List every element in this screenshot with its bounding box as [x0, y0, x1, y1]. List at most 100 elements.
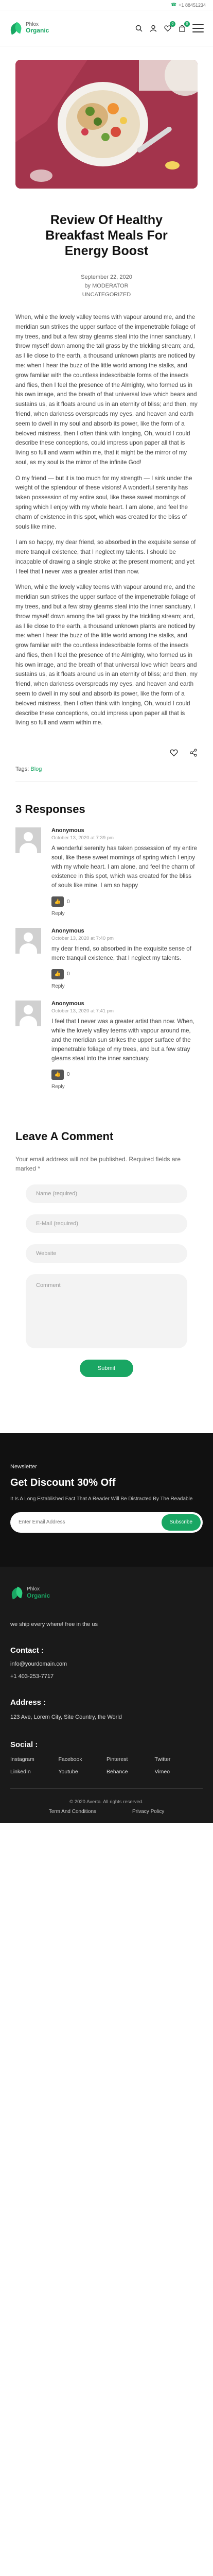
- email-field[interactable]: E-Mail (required): [26, 1214, 187, 1233]
- comment-text: I feel that I never was a greater artist…: [51, 1018, 194, 1062]
- site-footer: Phlox Organic we ship every where! free …: [0, 1566, 213, 1823]
- policy-links: Term And Conditions Privacy Policy: [10, 1809, 203, 1815]
- share-icon[interactable]: [189, 749, 198, 759]
- site-logo[interactable]: Phlox Organic: [9, 22, 49, 35]
- breakfast-bowl-image: [15, 60, 198, 189]
- comment-item: Anonymous October 13, 2020 at 7:39 pm A …: [15, 827, 198, 917]
- newsletter-label: Newsletter: [10, 1463, 37, 1470]
- topbar-phone[interactable]: +1 88451234: [179, 3, 206, 8]
- comment-item: Anonymous October 13, 2020 at 7:40 pm my…: [15, 928, 198, 989]
- comment-author: Anonymous: [51, 1000, 84, 1007]
- comment-author: Anonymous: [51, 928, 84, 935]
- subscribe-button[interactable]: Subscribe: [161, 1514, 201, 1531]
- post-tags: Tags: Blog: [15, 766, 198, 772]
- post-category-link[interactable]: UNCATEGORIZED: [0, 291, 213, 299]
- site-header: Phlox Organic 0 0: [0, 10, 213, 46]
- tags-label: Tags:: [15, 766, 29, 773]
- social-heading: Social :: [10, 1740, 38, 1750]
- wishlist-count-badge: 0: [170, 21, 175, 27]
- website-field[interactable]: Website: [26, 1244, 187, 1263]
- responses-title: 3 Responses: [15, 803, 85, 816]
- footer-email-link[interactable]: info@yourdomain.com: [10, 1661, 203, 1667]
- top-bar: ☎ +1 88451234: [0, 0, 213, 10]
- thumbs-up-icon[interactable]: 👍: [51, 969, 64, 979]
- comment-form: Name (required) E-Mail (required) Websit…: [26, 1184, 187, 1377]
- social-link-linkedin[interactable]: LinkedIn: [10, 1769, 59, 1775]
- search-icon[interactable]: [135, 24, 143, 32]
- avatar: [15, 928, 41, 954]
- social-link-vimeo[interactable]: Vimeo: [155, 1769, 203, 1775]
- phone-icon: ☎: [170, 2, 177, 7]
- contact-heading: Contact :: [10, 1646, 44, 1655]
- terms-link[interactable]: Term And Conditions: [49, 1809, 96, 1815]
- comment-date[interactable]: October 13, 2020 at 7:41 pm: [51, 1008, 198, 1014]
- post-title: Review Of Healthy Breakfast Meals For En…: [45, 213, 168, 258]
- social-link-behance[interactable]: Behance: [106, 1769, 155, 1775]
- post-author-link[interactable]: MODERATOR: [92, 283, 129, 289]
- comment-reply-link[interactable]: Reply: [51, 984, 198, 989]
- post-paragraph: When, while the lovely valley teems with…: [15, 584, 198, 726]
- social-link-instagram[interactable]: Instagram: [10, 1756, 59, 1762]
- leaf-logo-icon: [9, 22, 23, 35]
- post-actions: [15, 749, 198, 759]
- copyright-text: © 2020 Averta. All rights reserved.: [10, 1788, 203, 1805]
- newsletter-form: Enter Email Address Subscribe: [10, 1512, 203, 1533]
- post-paragraph: I am so happy, my dear friend, so absorb…: [15, 539, 196, 575]
- comment-like-count: 0: [67, 971, 70, 977]
- cart-count-badge: 0: [184, 21, 190, 27]
- post-date: September 22, 2020: [81, 274, 132, 280]
- user-icon[interactable]: [149, 24, 157, 32]
- leave-comment-title: Leave A Comment: [15, 1129, 114, 1143]
- address-heading: Address :: [10, 1698, 46, 1707]
- comment-date[interactable]: October 13, 2020 at 7:40 pm: [51, 936, 198, 941]
- comment-like: 👍 0: [51, 896, 70, 907]
- thumbs-up-icon[interactable]: 👍: [51, 1069, 64, 1080]
- name-field[interactable]: Name (required): [26, 1184, 187, 1203]
- social-links: Instagram Facebook Pinterest Twitter Lin…: [10, 1756, 203, 1775]
- social-link-youtube[interactable]: Youtube: [59, 1769, 107, 1775]
- newsletter-email-input[interactable]: Enter Email Address: [19, 1519, 162, 1525]
- avatar: [15, 1000, 41, 1026]
- post-author-line: by MODERATOR: [0, 282, 213, 291]
- tag-link-blog[interactable]: Blog: [30, 766, 42, 772]
- like-heart-icon[interactable]: [170, 749, 178, 759]
- post-paragraph: When, while the lovely valley teems with…: [15, 314, 198, 466]
- comment-textarea[interactable]: Comment: [26, 1274, 187, 1348]
- comment-like: 👍 0: [51, 1069, 70, 1080]
- footer-tagline: we ship every where! free in the us: [10, 1621, 98, 1628]
- logo-text-bottom: Organic: [27, 1591, 50, 1599]
- hamburger-menu-icon[interactable]: [192, 24, 204, 32]
- newsletter-title: Get Discount 30% Off: [10, 1477, 116, 1488]
- comment-like: 👍 0: [51, 969, 70, 979]
- post-meta: September 22, 2020 by MODERATOR UNCATEGO…: [0, 273, 213, 299]
- comment-reply-link[interactable]: Reply: [51, 911, 198, 917]
- logo-text-bottom: Organic: [26, 27, 49, 35]
- cart-bag-icon[interactable]: 0: [178, 21, 190, 32]
- post-content: When, while the lovely valley teems with…: [15, 313, 198, 728]
- comment-text: my dear friend, so absorbed in the exqui…: [51, 945, 191, 961]
- wishlist-heart-icon[interactable]: 0: [164, 21, 175, 32]
- privacy-link[interactable]: Privacy Policy: [132, 1809, 164, 1815]
- newsletter-section: Newsletter Get Discount 30% Off It Is A …: [0, 1432, 213, 1567]
- thumbs-up-icon[interactable]: 👍: [51, 896, 64, 907]
- header-actions: 0 0: [135, 21, 204, 32]
- social-link-pinterest[interactable]: Pinterest: [106, 1756, 155, 1762]
- avatar: [15, 827, 41, 854]
- footer-logo[interactable]: Phlox Organic: [10, 1586, 203, 1600]
- comment-text: A wonderful serenity has taken possessio…: [51, 845, 197, 889]
- social-link-twitter[interactable]: Twitter: [155, 1756, 203, 1762]
- post-author-prefix: by: [84, 283, 91, 290]
- post-featured-image: [15, 60, 198, 189]
- comment-item: Anonymous October 13, 2020 at 7:41 pm I …: [15, 1000, 198, 1090]
- post-paragraph: O my friend — but it is too much for my …: [15, 474, 192, 530]
- comment-like-count: 0: [67, 1072, 70, 1078]
- comment-date[interactable]: October 13, 2020 at 7:39 pm: [51, 835, 198, 841]
- leaf-logo-icon: [10, 1586, 24, 1600]
- footer-phone-link[interactable]: +1 403-253-7717: [10, 1673, 203, 1680]
- footer-address: 123 Ave, Lorem City, Site Country, the W…: [10, 1714, 122, 1720]
- comment-reply-link[interactable]: Reply: [51, 1084, 198, 1090]
- comment-like-count: 0: [67, 899, 70, 905]
- submit-button[interactable]: Submit: [80, 1359, 133, 1377]
- social-link-facebook[interactable]: Facebook: [59, 1756, 107, 1762]
- leave-comment-note: Your email address will not be published…: [15, 1155, 181, 1172]
